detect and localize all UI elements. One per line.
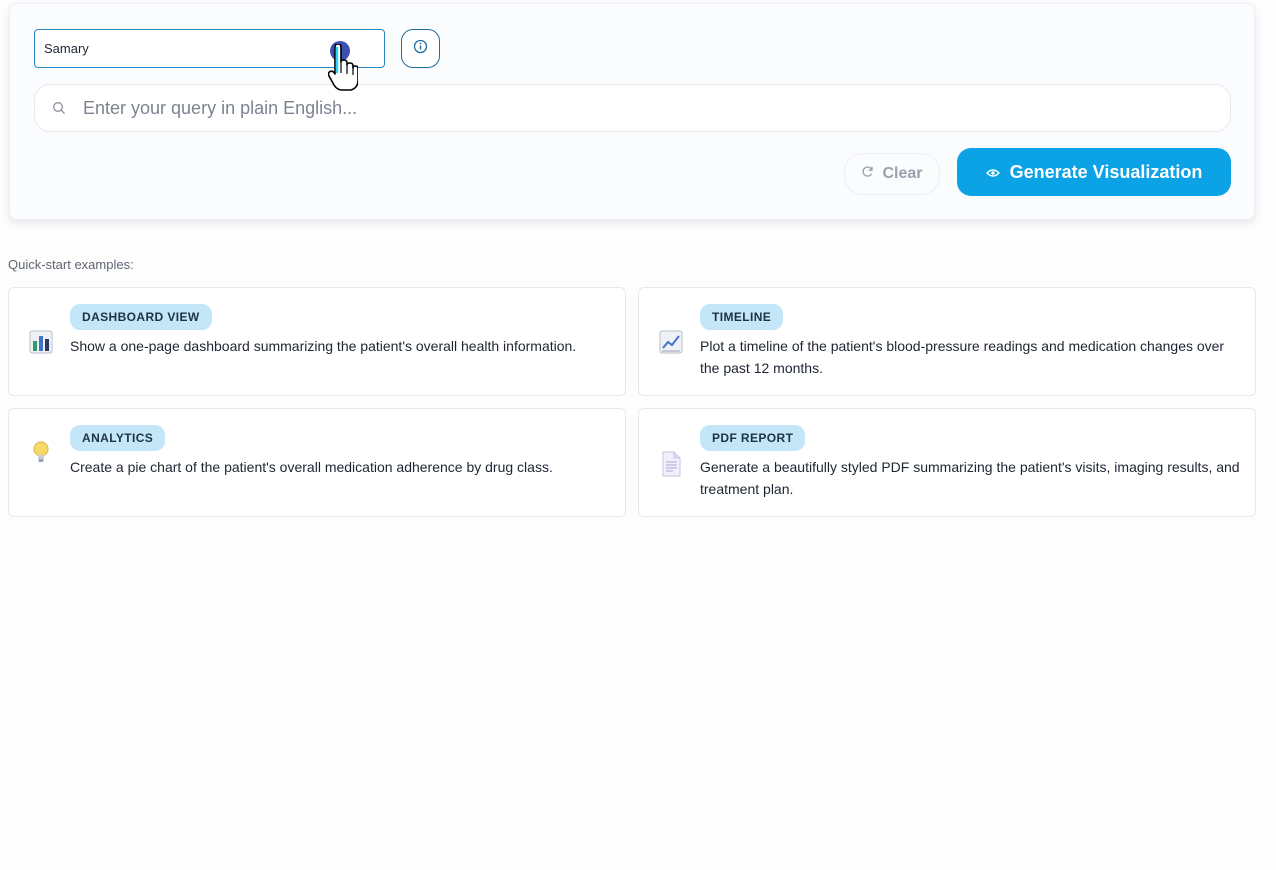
tag-dashboard-view: DASHBOARD VIEW bbox=[70, 304, 212, 330]
generate-visualization-button[interactable]: Generate Visualization bbox=[957, 148, 1231, 196]
page: Samary Enter your query in plain English… bbox=[0, 0, 1276, 870]
example-text: Generate a beautifully styled PDF summar… bbox=[700, 459, 1240, 497]
query-input[interactable] bbox=[83, 93, 1213, 123]
document-icon bbox=[659, 451, 683, 482]
query-search-bar bbox=[34, 84, 1231, 132]
tag-analytics: ANALYTICS bbox=[70, 425, 166, 451]
info-circle-icon bbox=[413, 39, 428, 59]
line-chart-icon bbox=[659, 330, 683, 359]
hand-cursor-icon bbox=[327, 43, 359, 97]
example-card-dashboard[interactable]: DASHBOARD VIEW Show a one-page dashboard… bbox=[8, 287, 626, 396]
patient-select-value: Samary bbox=[44, 41, 89, 56]
example-text: Create a pie chart of the patient's over… bbox=[70, 459, 553, 475]
tag-timeline: TIMELINE bbox=[700, 304, 784, 330]
bar-chart-icon bbox=[29, 330, 53, 359]
example-text: Plot a timeline of the patient's blood-p… bbox=[700, 338, 1225, 376]
query-panel: Samary Enter your query in plain English… bbox=[9, 3, 1255, 220]
lightbulb-icon bbox=[29, 439, 53, 470]
example-card-pdf-report[interactable]: PDF REPORT Generate a beautifully styled… bbox=[638, 408, 1256, 517]
tag-pdf-report: PDF REPORT bbox=[700, 425, 806, 451]
example-card-timeline[interactable]: TIMELINE Plot a timeline of the patient'… bbox=[638, 287, 1256, 396]
search-icon bbox=[52, 101, 66, 120]
eye-icon bbox=[985, 162, 1000, 183]
info-button[interactable] bbox=[401, 29, 440, 68]
clear-button[interactable]: Clear bbox=[844, 153, 940, 195]
example-card-analytics[interactable]: ANALYTICS Create a pie chart of the pati… bbox=[8, 408, 626, 517]
refresh-icon bbox=[861, 165, 874, 183]
example-text: Show a one-page dashboard summarizing th… bbox=[70, 338, 577, 354]
clear-button-label: Clear bbox=[882, 165, 923, 182]
quick-start-label: Quick-start examples: bbox=[8, 257, 134, 272]
generate-button-label: Generate Visualization bbox=[1009, 161, 1203, 182]
